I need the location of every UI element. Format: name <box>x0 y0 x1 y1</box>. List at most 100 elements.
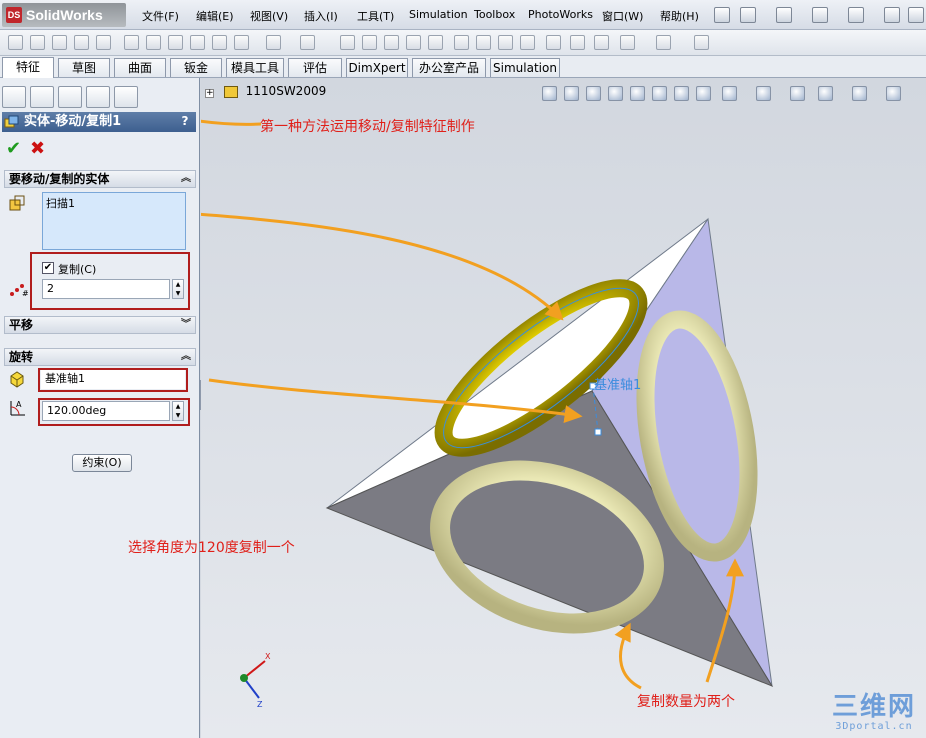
triad-z-label: Z <box>257 700 263 709</box>
move-copy-icon[interactable] <box>498 35 513 50</box>
instant3d-toggle-icon[interactable] <box>694 35 709 50</box>
menu-file[interactable]: 文件(F) <box>142 8 179 24</box>
tab-mold-tools[interactable]: 模具工具 <box>226 58 284 77</box>
dome-icon[interactable] <box>406 35 421 50</box>
menu-edit[interactable]: 编辑(E) <box>196 8 234 24</box>
loft-icon[interactable] <box>74 35 89 50</box>
sweep-icon[interactable] <box>52 35 67 50</box>
triad-x-label: X <box>265 652 271 661</box>
group-translate-header[interactable]: 平移 ︾ <box>4 316 196 334</box>
tab-office-products[interactable]: 办公室产品 <box>412 58 486 77</box>
rotation-angle-input[interactable]: 120.00deg <box>42 401 170 421</box>
angle-icon: A <box>10 400 25 416</box>
panel-tab-strip <box>0 84 200 110</box>
combine-icon[interactable] <box>454 35 469 50</box>
menu-toolbox[interactable]: Toolbox <box>474 8 515 21</box>
cut-extrude-icon[interactable] <box>124 35 139 50</box>
annotation-count: 复制数量为两个 <box>637 694 735 710</box>
rotation-axis-field[interactable]: 基准轴1 <box>41 370 185 389</box>
property-manager-tab-icon[interactable] <box>30 86 54 108</box>
reference-axis-label[interactable]: 基准轴1 <box>594 374 641 393</box>
draft-icon[interactable] <box>340 35 355 50</box>
pin-icon[interactable] <box>714 7 730 23</box>
rib-icon[interactable] <box>300 35 315 50</box>
list-item[interactable]: 扫描1 <box>46 195 182 211</box>
fillet-icon[interactable] <box>234 35 249 50</box>
tab-sketch[interactable]: 草图 <box>58 58 110 77</box>
move-copy-body-icon <box>4 115 19 128</box>
cut-sweep-icon[interactable] <box>168 35 183 50</box>
freeform-icon[interactable] <box>570 35 585 50</box>
graphics-area[interactable]: + 1110SW2009 基准轴1 X Z <box>201 78 926 738</box>
group-bodies-header[interactable]: 要移动/复制的实体 ︽ <box>4 170 196 188</box>
angle-spinner[interactable]: ▲ ▼ <box>172 401 184 421</box>
configuration-manager-tab-icon[interactable] <box>58 86 82 108</box>
svg-text:A: A <box>16 400 22 409</box>
axis-selection-icon <box>10 371 24 388</box>
axis-handle-bottom[interactable] <box>594 428 602 436</box>
save-icon[interactable] <box>812 7 828 23</box>
annotation-angle: 选择角度为120度复制一个 <box>128 540 295 556</box>
cut-revolve-icon[interactable] <box>146 35 161 50</box>
tab-simulation[interactable]: Simulation <box>490 58 560 77</box>
cut-loft-icon[interactable] <box>190 35 205 50</box>
menu-window[interactable]: 窗口(W) <box>602 8 643 24</box>
extrude-icon[interactable] <box>8 35 23 50</box>
feature-manager-tab-icon[interactable] <box>2 86 26 108</box>
watermark-logo-text: 三维网 <box>831 692 916 722</box>
print-icon[interactable] <box>848 7 864 23</box>
property-manager-panel: 实体-移动/复制1 ? ✔ ✖ 要移动/复制的实体 ︽ 扫描1 ✔ 复制(C) … <box>0 78 200 738</box>
annotation-method: 第一种方法运用移动/复制特征制作 <box>260 119 475 135</box>
arrow-count-to-ring-bottom <box>614 622 642 690</box>
tab-dimxpert[interactable]: DimXpert <box>346 58 408 77</box>
menu-simulation[interactable]: Simulation <box>409 8 468 21</box>
new-document-icon[interactable] <box>740 7 756 23</box>
cancel-button[interactable]: ✖ <box>30 138 45 159</box>
wrap-icon[interactable] <box>384 35 399 50</box>
tab-surfaces[interactable]: 曲面 <box>114 58 166 77</box>
revolve-icon[interactable] <box>30 35 45 50</box>
delete-body-icon[interactable] <box>520 35 535 50</box>
body-selection-icon <box>9 195 25 211</box>
copy-checkbox[interactable]: ✔ <box>42 262 54 274</box>
menu-insert[interactable]: 插入(I) <box>304 8 338 24</box>
pattern-icon[interactable] <box>266 35 281 50</box>
group-rotate-header[interactable]: 旋转 ︽ <box>4 348 196 366</box>
watermark-url: 3Dportal.cn <box>835 721 913 732</box>
arrow-to-title <box>201 119 262 126</box>
display-manager-tab-icon[interactable] <box>114 86 138 108</box>
undo-icon[interactable] <box>884 7 900 23</box>
collapse-icon[interactable]: ︽ <box>181 171 191 187</box>
instant3d-icon[interactable] <box>546 35 561 50</box>
help-icon[interactable]: ? <box>178 114 192 128</box>
split-icon[interactable] <box>476 35 491 50</box>
bodies-list[interactable]: 扫描1 <box>42 192 186 250</box>
tab-features[interactable]: 特征 <box>2 57 54 78</box>
menu-tools[interactable]: 工具(T) <box>357 8 394 24</box>
copy-count-spinner[interactable]: ▲ ▼ <box>172 279 184 299</box>
menu-photoworks[interactable]: PhotoWorks <box>528 8 593 21</box>
tab-evaluate[interactable]: 评估 <box>288 58 342 77</box>
curves-icon[interactable] <box>656 35 671 50</box>
open-icon[interactable] <box>776 7 792 23</box>
expand-icon[interactable]: ︾ <box>181 317 191 333</box>
model-view <box>201 113 774 699</box>
command-manager-tabs: 特征 草图 曲面 钣金 模具工具 评估 DimXpert 办公室产品 Simul… <box>0 56 926 78</box>
select-icon[interactable] <box>908 7 924 23</box>
ok-button[interactable]: ✔ <box>6 138 21 159</box>
flex-icon[interactable] <box>594 35 609 50</box>
tab-sheet-metal[interactable]: 钣金 <box>170 58 222 77</box>
copy-count-input[interactable]: 2 <box>42 279 170 299</box>
menu-view[interactable]: 视图(V) <box>250 8 288 24</box>
triad-x-axis <box>243 660 266 679</box>
cut-boundary-icon[interactable] <box>212 35 227 50</box>
boundary-icon[interactable] <box>96 35 111 50</box>
collapse-icon[interactable]: ︽ <box>181 349 191 365</box>
menu-help[interactable]: 帮助(H) <box>660 8 699 24</box>
copies-count-icon: # <box>10 284 28 298</box>
dimxpert-manager-tab-icon[interactable] <box>86 86 110 108</box>
mirror-icon[interactable] <box>428 35 443 50</box>
reference-geometry-icon[interactable] <box>620 35 635 50</box>
shell-icon[interactable] <box>362 35 377 50</box>
constraints-button[interactable]: 约束(O) <box>72 454 132 472</box>
